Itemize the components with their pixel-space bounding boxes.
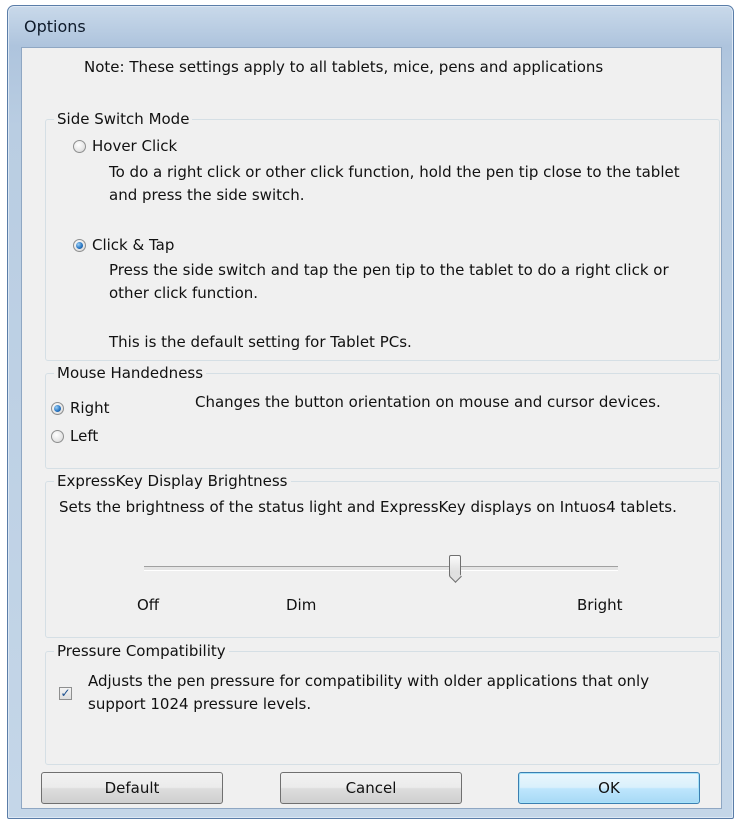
expresskey-brightness-group: ExpressKey Display Brightness Sets the b… [45,472,720,638]
pressure-compatibility-label[interactable]: Adjusts the pen pressure for compatibili… [88,670,708,716]
mouse-handedness-legend: Mouse Handedness [54,364,207,382]
options-dialog: Options Note: These settings apply to al… [7,5,734,819]
brightness-dim-label: Dim [286,596,317,614]
pressure-compatibility-group: Pressure Compatibility ✓ Adjusts the pen… [45,642,720,765]
right-hand-label[interactable]: Right [70,398,110,418]
expresskey-brightness-description: Sets the brightness of the status light … [59,498,677,516]
cancel-button[interactable]: Cancel [280,772,462,804]
right-hand-radio[interactable] [51,402,64,415]
mouse-handedness-description: Changes the button orientation on mouse … [195,393,661,411]
side-switch-mode-group: Side Switch Mode Hover Click To do a rig… [45,110,720,361]
pressure-compatibility-checkbox[interactable]: ✓ [59,687,72,700]
hover-click-radio[interactable] [73,140,86,153]
left-hand-radio[interactable] [51,430,64,443]
hover-click-description: To do a right click or other click funct… [109,163,680,204]
brightness-slider-track[interactable] [144,566,618,571]
brightness-slider-thumb[interactable] [449,555,461,576]
side-switch-mode-legend: Side Switch Mode [54,110,193,128]
brightness-bright-label: Bright [577,596,623,614]
click-and-tap-label[interactable]: Click & Tap [92,235,174,255]
default-button[interactable]: Default [41,772,223,804]
ok-button[interactable]: OK [518,772,700,804]
default-setting-note: This is the default setting for Tablet P… [109,333,412,351]
dialog-content: Note: These settings apply to all tablet… [21,47,722,809]
click-and-tap-radio[interactable] [73,239,86,252]
brightness-off-label: Off [137,596,160,614]
mouse-handedness-group: Mouse Handedness Right Left Changes the … [45,364,720,469]
click-and-tap-description: Press the side switch and tap the pen ti… [109,261,669,302]
window-title: Options [24,17,86,36]
note-text: Note: These settings apply to all tablet… [84,58,604,76]
expresskey-brightness-legend: ExpressKey Display Brightness [54,472,291,490]
pressure-compatibility-legend: Pressure Compatibility [54,642,229,660]
left-hand-label[interactable]: Left [70,426,98,446]
hover-click-label[interactable]: Hover Click [92,136,177,156]
